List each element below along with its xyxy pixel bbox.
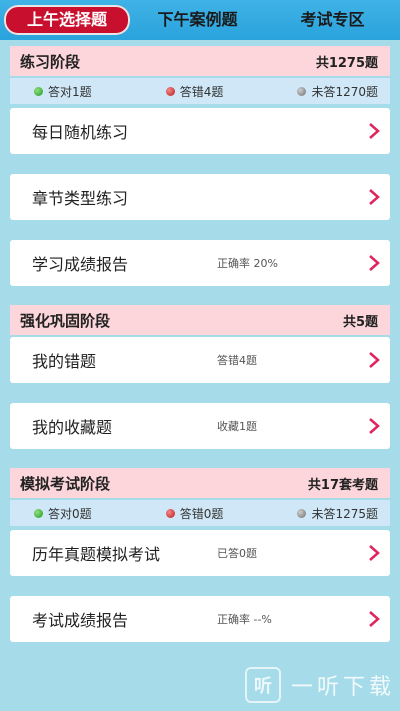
mock-stats-bar: 答对0题 答错0题 未答1275题 (10, 500, 390, 526)
green-dot-icon (34, 86, 43, 96)
section-count: 共1275题 (315, 55, 378, 71)
chevron-right-icon (369, 418, 380, 434)
stat-wrong: 答错0题 (165, 505, 223, 522)
chevron-right-icon (369, 189, 380, 205)
gray-dot-icon (297, 508, 307, 518)
item-label: 考试成绩报告 (32, 611, 129, 630)
item-status: 答错4题 (217, 354, 257, 367)
chevron-right-icon (369, 545, 380, 561)
watermark-logo-icon: 听 (245, 667, 281, 703)
tab-morning-choice[interactable]: 上午选择题 (4, 5, 130, 35)
red-dot-icon (165, 508, 175, 518)
daily-random-practice-item[interactable]: 每日随机练习 (10, 108, 390, 154)
section-count: 共17套考题 (307, 477, 378, 493)
top-tab-bar: 上午选择题 下午案例题 考试专区 (0, 0, 400, 40)
item-label: 学习成绩报告 (32, 255, 129, 274)
stat-wrong: 答错4题 (165, 83, 223, 100)
section-title: 练习阶段 (20, 52, 81, 71)
study-report-item[interactable]: 学习成绩报告 正确率 20% (10, 240, 390, 286)
my-favorites-item[interactable]: 我的收藏题 收藏1题 (10, 403, 390, 449)
item-label: 我的收藏题 (32, 418, 113, 437)
chevron-right-icon (369, 255, 380, 271)
green-dot-icon (34, 508, 43, 518)
stat-correct: 答对1题 (34, 83, 92, 100)
reinforce-section-header: 强化巩固阶段 共5题 (10, 305, 390, 335)
stat-correct: 答对0题 (34, 505, 92, 522)
exam-report-item[interactable]: 考试成绩报告 正确率 --% (10, 596, 390, 642)
past-exam-mock-item[interactable]: 历年真题模拟考试 已答0题 (10, 530, 390, 576)
my-wrong-questions-item[interactable]: 我的错题 答错4题 (10, 337, 390, 383)
chevron-right-icon (369, 611, 380, 627)
watermark-text: 一听下载 (291, 675, 396, 700)
item-label: 历年真题模拟考试 (32, 545, 161, 564)
stat-unanswered: 未答1275题 (297, 505, 378, 522)
chevron-right-icon (369, 352, 380, 368)
stat-unanswered: 未答1270题 (297, 83, 378, 100)
tab-exam-zone[interactable]: 考试专区 (265, 0, 400, 40)
section-title: 模拟考试阶段 (20, 474, 111, 493)
practice-section-header: 练习阶段 共1275题 (10, 46, 390, 76)
chapter-type-practice-item[interactable]: 章节类型练习 (10, 174, 390, 220)
item-status: 正确率 20% (217, 257, 278, 270)
mock-exam-section-header: 模拟考试阶段 共17套考题 (10, 468, 390, 498)
item-label: 每日随机练习 (32, 123, 129, 142)
item-label: 我的错题 (32, 352, 97, 371)
item-label: 章节类型练习 (32, 189, 129, 208)
section-count: 共5题 (342, 314, 378, 330)
item-status: 收藏1题 (217, 420, 257, 433)
red-dot-icon (165, 86, 175, 96)
tab-afternoon-case[interactable]: 下午案例题 (130, 0, 265, 40)
gray-dot-icon (297, 86, 307, 96)
item-status: 已答0题 (217, 547, 257, 560)
chevron-right-icon (369, 123, 380, 139)
item-status: 正确率 --% (217, 613, 272, 626)
watermark: 听 一听下载 (245, 660, 400, 710)
section-title: 强化巩固阶段 (20, 311, 111, 330)
practice-stats-bar: 答对1题 答错4题 未答1270题 (10, 78, 390, 104)
